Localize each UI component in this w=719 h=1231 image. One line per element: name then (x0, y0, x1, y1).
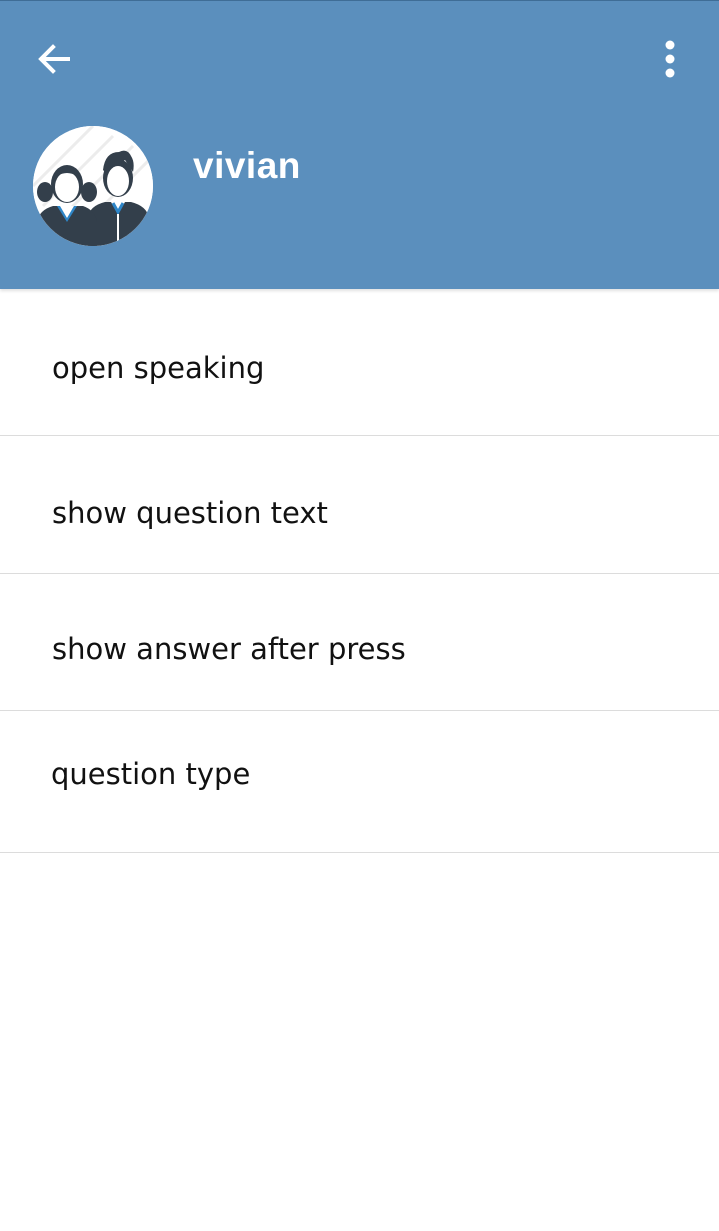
setting-open-speaking[interactable]: open speaking (0, 289, 719, 436)
students-avatar-icon (33, 126, 153, 246)
setting-label: show answer after press (52, 632, 406, 666)
setting-label: open speaking (52, 351, 265, 385)
settings-list: open speaking show question text show an… (0, 289, 719, 853)
more-vert-icon (665, 40, 675, 78)
settings-screen: vivian open speaking show question text … (0, 0, 719, 1231)
setting-show-question-text[interactable]: show question text (0, 436, 719, 574)
profile-header: vivian (0, 0, 719, 289)
setting-label: question type (51, 757, 251, 791)
profile-name: vivian (193, 145, 301, 186)
back-button[interactable] (22, 29, 86, 89)
setting-label: show question text (52, 496, 328, 530)
avatar[interactable] (33, 126, 153, 246)
arrow-left-icon (38, 44, 70, 74)
overflow-menu-button[interactable] (640, 29, 700, 89)
setting-show-answer-after-press[interactable]: show answer after press (0, 574, 719, 711)
setting-question-type[interactable]: question type (0, 711, 719, 853)
